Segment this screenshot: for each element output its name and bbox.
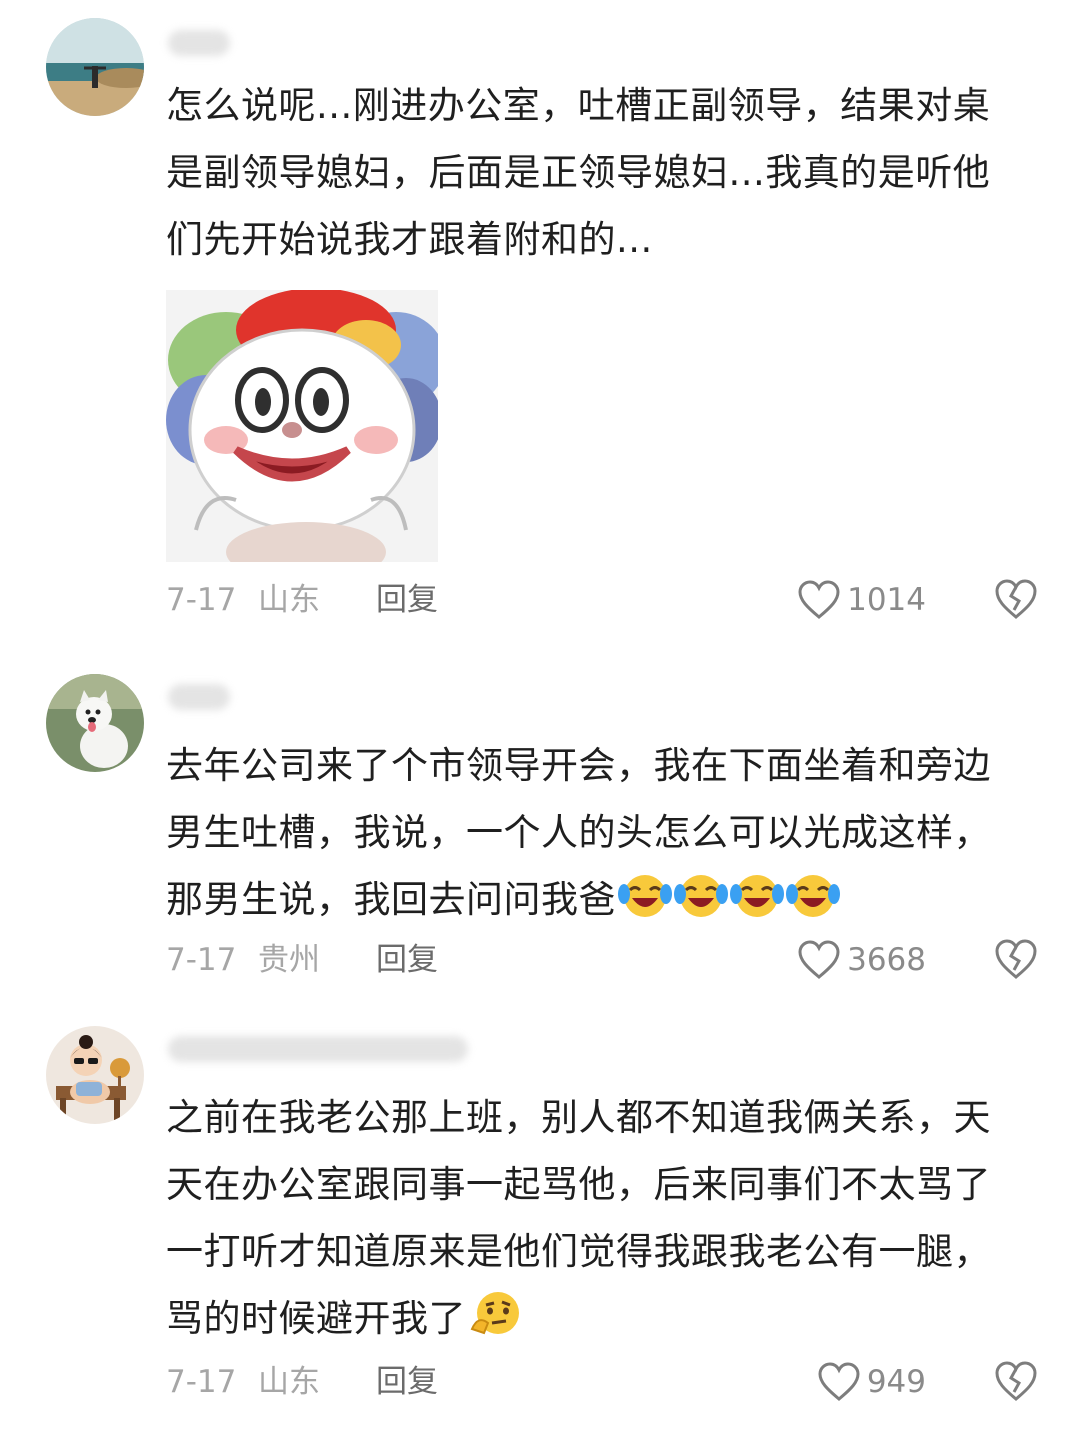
like-count: 3668 <box>847 942 926 978</box>
heart-icon <box>818 1362 860 1401</box>
clown-sticker-image[interactable] <box>166 290 438 562</box>
broken-heart-icon <box>995 579 1037 619</box>
crying-laughing-emoji-icon <box>786 875 840 917</box>
clown-face-icon <box>166 290 438 562</box>
crying-laughing-emoji-icon <box>674 875 728 917</box>
comment-text: 怎么说呢...刚进办公室，吐槽正副领导，结果对桌是副领导媳妇，后面是正领导媳妇.… <box>166 84 991 261</box>
comment-location: 贵州 <box>258 942 320 978</box>
comment-text: 去年公司来了个市领导开会，我在下面坐着和旁边男生吐槽，我说，一个人的头怎么可以光… <box>166 732 1026 933</box>
thinking-emoji-icon <box>470 1292 519 1335</box>
comment-meta: 7-17 贵州 回复 3668 <box>166 939 1046 980</box>
crying-laughing-emoji-icon <box>730 875 784 917</box>
comment-text-body: 去年公司来了个市领导开会，我在下面坐着和旁边男生吐槽，我说，一个人的头怎么可以光… <box>166 744 991 921</box>
dislike-button[interactable] <box>994 1360 1038 1412</box>
comment-meta: 7-17 山东 回复 949 <box>166 1361 1046 1402</box>
reply-button[interactable]: 回复 <box>376 580 438 620</box>
comment-location: 山东 <box>258 1364 320 1400</box>
heart-icon <box>798 940 840 979</box>
comment-date: 7-17 <box>166 1364 237 1400</box>
broken-heart-icon <box>995 1361 1037 1401</box>
comment-meta: 7-17 山东 回复 1014 <box>166 579 1046 620</box>
dislike-button[interactable] <box>994 938 1038 990</box>
crying-laughing-emoji-icon <box>618 875 672 917</box>
cartoon-girl-icon <box>46 1026 144 1124</box>
username-blurred[interactable] <box>168 30 230 56</box>
username-blurred[interactable] <box>168 1036 468 1062</box>
comment-text: 之前在我老公那上班，别人都不知道我俩关系，天天在办公室跟同事一起骂他，后来同事们… <box>166 1084 1026 1352</box>
beach-person-icon <box>46 18 144 116</box>
user-avatar[interactable] <box>46 18 144 116</box>
user-avatar[interactable] <box>46 1026 144 1124</box>
like-count: 949 <box>866 1364 926 1400</box>
user-avatar[interactable] <box>46 674 144 772</box>
like-button[interactable]: 1014 <box>797 580 926 620</box>
like-button[interactable]: 3668 <box>797 940 926 980</box>
heart-icon <box>798 580 840 619</box>
broken-heart-icon <box>995 939 1037 979</box>
comment-date: 7-17 <box>166 942 237 978</box>
like-count: 1014 <box>847 582 926 618</box>
comment-location: 山东 <box>258 582 320 618</box>
white-dog-icon <box>46 674 144 772</box>
dislike-button[interactable] <box>994 578 1038 630</box>
comment-text-body: 之前在我老公那上班，别人都不知道我俩关系，天天在办公室跟同事一起骂他，后来同事们… <box>166 1096 991 1340</box>
reply-button[interactable]: 回复 <box>376 1362 438 1402</box>
comment-date: 7-17 <box>166 582 237 618</box>
username-blurred[interactable] <box>168 684 230 710</box>
reply-button[interactable]: 回复 <box>376 940 438 980</box>
like-button[interactable]: 949 <box>817 1362 926 1402</box>
crying-laughing-emoji-group <box>616 875 840 921</box>
